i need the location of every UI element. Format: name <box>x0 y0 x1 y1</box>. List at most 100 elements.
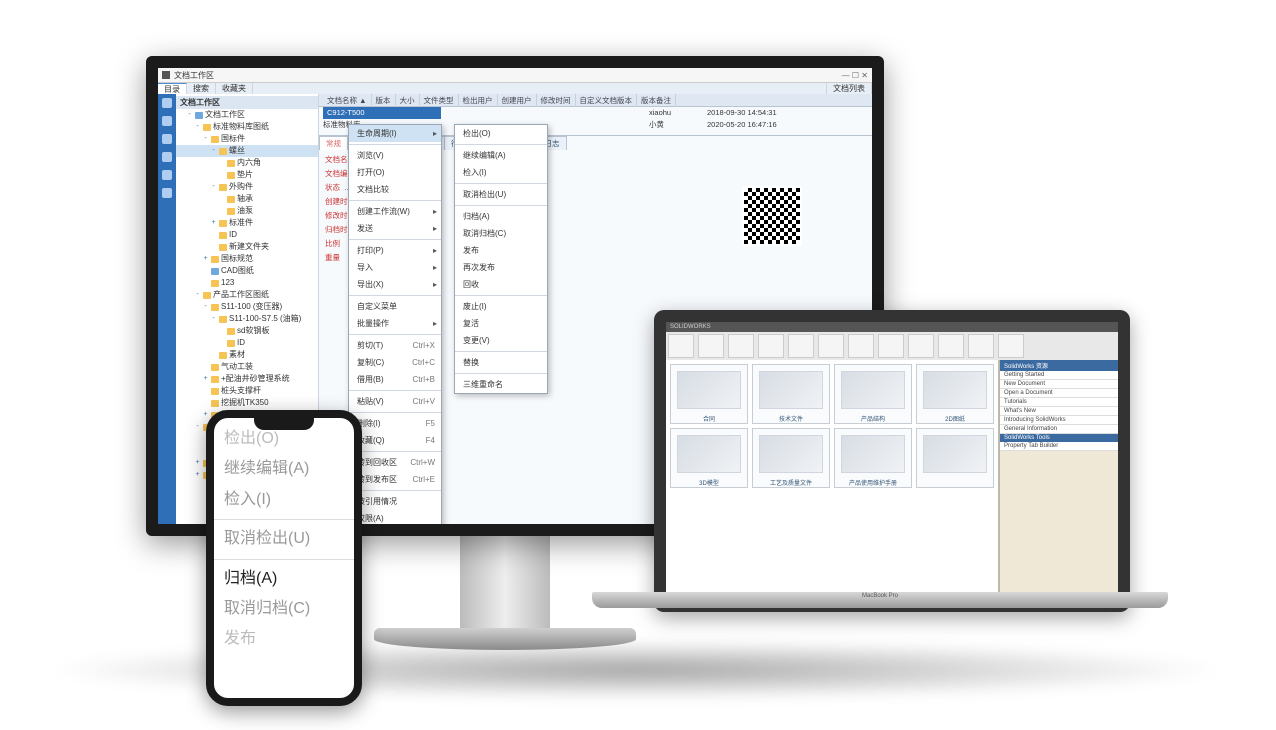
activity-icon[interactable] <box>162 170 172 180</box>
cad-side-item[interactable]: Tutorials <box>1000 398 1118 407</box>
menu-item[interactable]: 变更(V) <box>455 332 547 349</box>
menu-item[interactable]: 复制(C)Ctrl+C <box>349 354 441 371</box>
context-menu-main[interactable]: 生命周期(I)▸浏览(V)打开(O)文档比较创建工作流(W)▸发送▸打印(P)▸… <box>348 124 442 524</box>
cad-side-item[interactable]: General Information <box>1000 425 1118 434</box>
menu-item[interactable]: 转到回收区Ctrl+W <box>349 454 441 471</box>
tree-node[interactable]: -S11-100-S7.5 (油箱) <box>176 313 318 325</box>
phone-menu-item[interactable]: 取消检出(U) <box>224 524 344 554</box>
activity-icon[interactable] <box>162 98 172 108</box>
tree-node[interactable]: 素材 <box>176 349 318 361</box>
cad-task-pane[interactable]: SolidWorks 资源 Getting StartedNew Documen… <box>999 360 1118 596</box>
menu-item[interactable]: 导入▸ <box>349 259 441 276</box>
menu-item[interactable]: 发送▸ <box>349 220 441 237</box>
tree-node[interactable]: ++配油井砂管理系统 <box>176 373 318 385</box>
cad-thumbnail[interactable]: 合同 <box>670 364 748 424</box>
cad-thumbnail[interactable]: 产品使用维护手册 <box>834 428 912 488</box>
tree-node[interactable]: -国标件 <box>176 133 318 145</box>
phone-menu-item[interactable]: 取消归档(C) <box>224 594 344 624</box>
tree-node[interactable]: 轴承 <box>176 193 318 205</box>
menu-item[interactable]: 收藏(Q)F4 <box>349 432 441 449</box>
menu-item[interactable]: 创建工作流(W)▸ <box>349 203 441 220</box>
menu-item[interactable]: 转到发布区Ctrl+E <box>349 471 441 488</box>
menu-item[interactable]: 继续编辑(A) <box>455 147 547 164</box>
menu-item[interactable]: 发布 <box>455 242 547 259</box>
cad-side-item[interactable]: New Document <box>1000 380 1118 389</box>
menu-item[interactable]: 回收 <box>455 276 547 293</box>
cad-titlebar[interactable]: SOLIDWORKS <box>666 322 1118 332</box>
file-row[interactable]: C912-T500xiaohu2018-09-30 14:54:31 <box>319 107 872 119</box>
activity-icon[interactable] <box>162 188 172 198</box>
menu-item[interactable]: 自定义菜单 <box>349 298 441 315</box>
menu-item[interactable]: 打印(P)▸ <box>349 242 441 259</box>
window-titlebar[interactable]: 文档工作区 — ☐ ✕ <box>158 68 872 83</box>
cad-thumbnail[interactable]: 2D图纸 <box>916 364 994 424</box>
menu-item[interactable]: 被引用情况 <box>349 493 441 510</box>
column-header[interactable]: 文件类型 <box>420 94 459 107</box>
cad-thumbnail[interactable]: 3D模型 <box>670 428 748 488</box>
context-menu-lifecycle[interactable]: 检出(O)继续编辑(A)检入(I)取消检出(U)归档(A)取消归档(C)发布再次… <box>454 124 548 394</box>
menu-item[interactable]: 粘贴(V)Ctrl+V <box>349 393 441 410</box>
cad-thumbnail[interactable]: 工艺及质量文件 <box>752 428 830 488</box>
activity-icon[interactable] <box>162 152 172 162</box>
column-header[interactable]: 版本 <box>372 94 396 107</box>
menu-item[interactable]: 取消检出(U) <box>455 186 547 203</box>
menu-item[interactable]: 导出(X)▸ <box>349 276 441 293</box>
menu-item[interactable]: 删除(I)F5 <box>349 415 441 432</box>
tree-node[interactable]: +标准件 <box>176 217 318 229</box>
phone-menu-item[interactable]: 归档(A) <box>224 564 344 594</box>
menu-item[interactable]: 取消归档(C) <box>455 225 547 242</box>
tree-node[interactable]: ID <box>176 229 318 241</box>
menu-item[interactable]: 生命周期(I)▸ <box>349 125 441 142</box>
tree-node[interactable]: 垫片 <box>176 169 318 181</box>
phone-menu-item[interactable]: 发布 <box>224 624 344 654</box>
menu-item[interactable]: 复活 <box>455 315 547 332</box>
cad-thumbnail[interactable] <box>916 428 994 488</box>
column-header[interactable]: 大小 <box>396 94 420 107</box>
column-header[interactable]: 修改时间 <box>537 94 576 107</box>
menu-item[interactable]: 检出(O) <box>455 125 547 142</box>
cad-thumbnail[interactable]: 技术文件 <box>752 364 830 424</box>
cad-side-item[interactable]: Property Tab Builder <box>1000 442 1118 451</box>
menu-item[interactable]: 三维重命名 <box>455 376 547 393</box>
menu-item[interactable]: 权限(A) <box>349 510 441 524</box>
tree-node[interactable]: -文档工作区 <box>176 109 318 121</box>
tree-node[interactable]: ID <box>176 337 318 349</box>
activity-icon[interactable] <box>162 116 172 126</box>
tree-node[interactable]: -产品工作区图纸 <box>176 289 318 301</box>
column-header[interactable]: 版本备注 <box>637 94 676 107</box>
phone-menu-item[interactable]: 继续编辑(A) <box>224 454 344 484</box>
cad-side-item[interactable]: Open a Document <box>1000 389 1118 398</box>
cad-thumbnail-grid[interactable]: 合同技术文件产品结构2D图纸3D模型工艺及质量文件产品使用维护手册 <box>666 360 999 596</box>
window-buttons[interactable]: — ☐ ✕ <box>842 71 868 80</box>
tree-node[interactable]: -外购件 <box>176 181 318 193</box>
menu-item[interactable]: 检入(I) <box>455 164 547 181</box>
detail-tab[interactable]: 常规 <box>319 136 348 150</box>
menu-item[interactable]: 批量操作▸ <box>349 315 441 332</box>
cad-side-item[interactable]: Introducing SolidWorks <box>1000 416 1118 425</box>
tree-node[interactable]: -螺丝 <box>176 145 318 157</box>
menu-item[interactable]: 打开(O) <box>349 164 441 181</box>
menu-item[interactable]: 剪切(T)Ctrl+X <box>349 337 441 354</box>
phone-menu-item[interactable]: 检入(I) <box>224 485 344 515</box>
tree-node[interactable]: CAD图纸 <box>176 265 318 277</box>
tree-node[interactable]: 123 <box>176 277 318 289</box>
tree-node[interactable]: 挖掘机TK350 <box>176 397 318 409</box>
menu-item[interactable]: 文档比较 <box>349 181 441 198</box>
cad-side-item[interactable]: Getting Started <box>1000 371 1118 380</box>
tree-node[interactable]: sd软钢板 <box>176 325 318 337</box>
phone-menu-list[interactable]: 检出(O)继续编辑(A)检入(I)取消检出(U)归档(A)取消归档(C)发布 <box>214 418 354 655</box>
tree-node[interactable]: 内六角 <box>176 157 318 169</box>
menu-item[interactable]: 归档(A) <box>455 208 547 225</box>
tree-node[interactable]: +国标规范 <box>176 253 318 265</box>
tree-node[interactable]: -标准物料库图纸 <box>176 121 318 133</box>
column-header[interactable]: 自定义文档版本 <box>576 94 638 107</box>
column-header[interactable]: 文档名称 ▲ <box>323 94 372 107</box>
menu-item[interactable]: 废止(I) <box>455 298 547 315</box>
tree-node[interactable]: 油泵 <box>176 205 318 217</box>
column-header[interactable]: 创建用户 <box>498 94 537 107</box>
menu-item[interactable]: 借用(B)Ctrl+B <box>349 371 441 388</box>
menu-item[interactable]: 替换 <box>455 354 547 371</box>
tree-node[interactable]: 新建文件夹 <box>176 241 318 253</box>
cad-side-item[interactable]: What's New <box>1000 407 1118 416</box>
tree-node[interactable]: 桩头支撑杆 <box>176 385 318 397</box>
